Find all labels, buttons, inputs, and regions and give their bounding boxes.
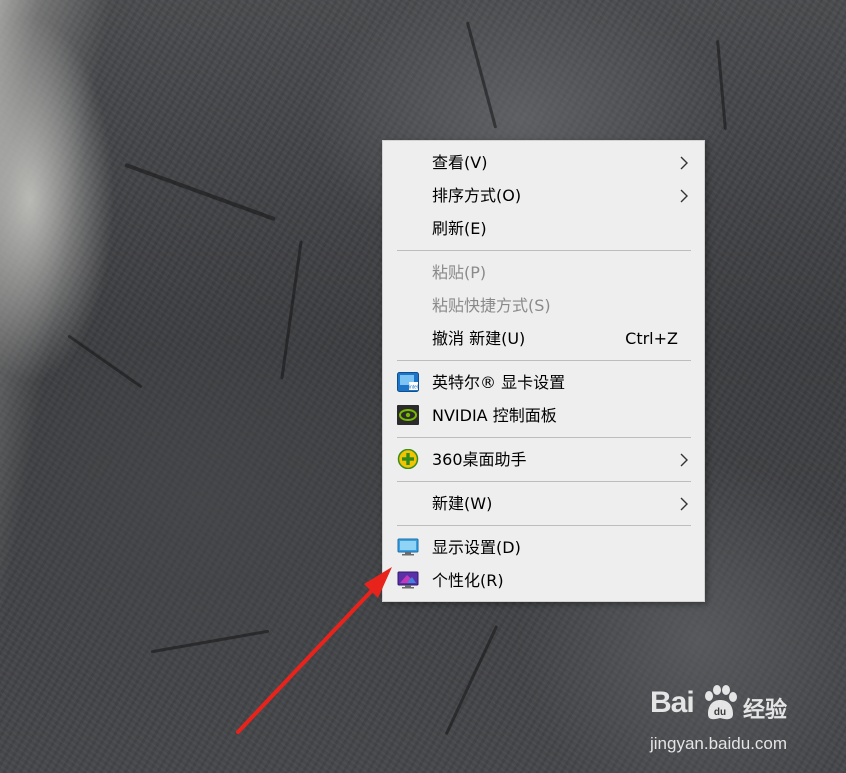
menu-item-display-settings[interactable]: 显示设置(D) (383, 531, 704, 564)
watermark-url: jingyan.baidu.com (650, 734, 788, 753)
menu-item-label: 查看(V) (432, 153, 488, 172)
menu-item-label: 粘贴(P) (432, 263, 487, 282)
menu-item-paste: 粘贴(P) (383, 256, 704, 289)
menu-item-nvidia-control-panel[interactable]: NVIDIA 控制面板 (383, 399, 704, 432)
menu-separator (397, 360, 691, 361)
menu-item-label: 英特尔® 显卡设置 (432, 373, 566, 392)
menu-item-new[interactable]: 新建(W) (383, 487, 704, 520)
wallpaper-crack (280, 240, 303, 380)
menu-item-personalize[interactable]: 个性化(R) (383, 564, 704, 597)
chevron-right-icon (680, 497, 688, 511)
menu-item-undo-new[interactable]: 撤消 新建(U) Ctrl+Z (383, 322, 704, 355)
menu-separator (397, 525, 691, 526)
baidu-jingyan-watermark: Bai du 经验 jingyan.baidu.com (648, 682, 838, 762)
menu-item-360-desktop-assistant[interactable]: 360桌面助手 (383, 443, 704, 476)
menu-item-label: 排序方式(O) (432, 186, 522, 205)
menu-item-view[interactable]: 查看(V) (383, 146, 704, 179)
menu-item-label: 显示设置(D) (432, 538, 521, 557)
wallpaper-crack (716, 40, 727, 130)
menu-separator (397, 437, 691, 438)
desktop-context-menu: 查看(V) 排序方式(O) 刷新(E) 粘贴(P) 粘贴快捷方式(S) 撤消 新… (382, 140, 705, 602)
menu-item-label: 新建(W) (432, 494, 493, 513)
intel-graphics-icon: intel (397, 372, 419, 392)
chevron-right-icon (680, 156, 688, 170)
menu-separator (397, 250, 691, 251)
watermark-brand-suffix: du (714, 707, 726, 718)
menu-item-sort-by[interactable]: 排序方式(O) (383, 179, 704, 212)
chevron-right-icon (680, 453, 688, 467)
menu-item-label: 撤消 新建(U) (432, 329, 526, 348)
chevron-right-icon (680, 189, 688, 203)
menu-item-intel-graphics[interactable]: intel 英特尔® 显卡设置 (383, 366, 704, 399)
menu-item-label: 粘贴快捷方式(S) (432, 296, 551, 315)
menu-item-label: NVIDIA 控制面板 (432, 406, 557, 425)
personalize-icon (397, 571, 419, 589)
watermark-product: 经验 (743, 698, 788, 723)
menu-separator (397, 481, 691, 482)
menu-item-label: 360桌面助手 (432, 450, 527, 469)
menu-item-label: 个性化(R) (432, 571, 504, 590)
menu-item-label: 刷新(E) (432, 219, 487, 238)
menu-item-shortcut: Ctrl+Z (625, 329, 678, 348)
wallpaper-crack (444, 624, 499, 736)
svg-text:intel: intel (409, 385, 418, 391)
menu-item-refresh[interactable]: 刷新(E) (383, 212, 704, 245)
wallpaper-crack (150, 629, 270, 654)
menu-item-paste-shortcut: 粘贴快捷方式(S) (383, 289, 704, 322)
wallpaper-crack (67, 334, 143, 389)
360-desktop-assistant-icon (397, 449, 419, 469)
display-settings-icon (397, 538, 419, 556)
watermark-brand: Bai (650, 686, 695, 719)
wallpaper-crack (465, 21, 498, 129)
paw-icon: du (705, 685, 737, 720)
nvidia-icon (397, 405, 419, 425)
wallpaper-crack (124, 162, 276, 222)
